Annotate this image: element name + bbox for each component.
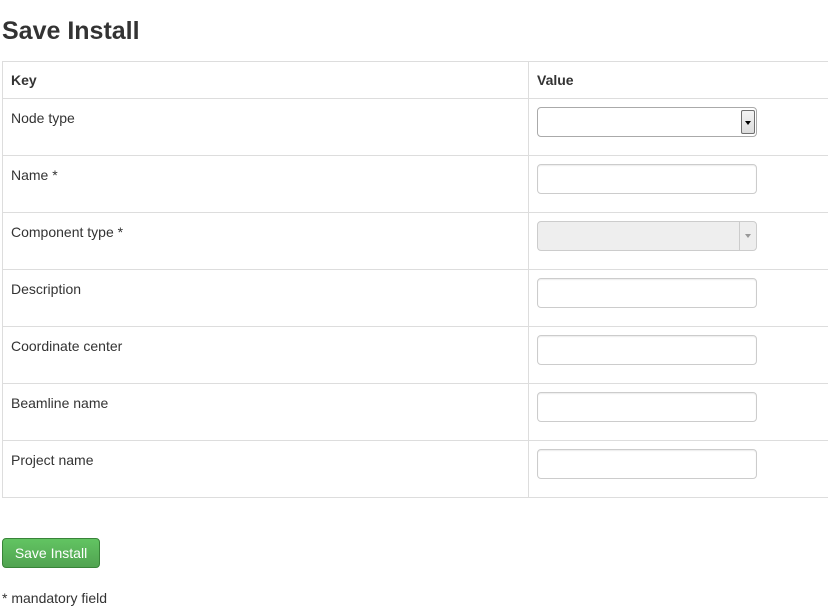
table-row: Component type * (2, 212, 828, 270)
table-row: Name * (2, 155, 828, 213)
chevron-down-icon (745, 121, 751, 125)
component-type-label: Component type * (2, 212, 529, 270)
beamline-name-input[interactable] (537, 392, 757, 422)
table-header-row: Key Value (2, 61, 828, 99)
mandatory-field-note: * mandatory field (2, 590, 108, 606)
value-column-header: Value (528, 61, 828, 99)
coordinate-center-label: Coordinate center (2, 326, 529, 384)
save-install-button[interactable]: Save Install (2, 538, 100, 568)
node-type-label: Node type (2, 98, 529, 156)
node-type-dropdown-button[interactable] (741, 110, 755, 134)
component-type-dropdown-button[interactable] (739, 222, 756, 250)
table-row: Coordinate center (2, 326, 828, 384)
chevron-down-icon (745, 234, 751, 238)
coordinate-center-input[interactable] (537, 335, 757, 365)
page: Save Install Key Value Node type Name * … (0, 0, 828, 612)
table-row: Project name (2, 440, 828, 498)
project-name-input[interactable] (537, 449, 757, 479)
name-input[interactable] (537, 164, 757, 194)
page-title: Save Install (2, 17, 140, 45)
table-row: Node type (2, 98, 828, 156)
project-name-label: Project name (2, 440, 529, 498)
key-value-table: Key Value Node type Name * Component typ… (2, 61, 828, 498)
component-type-select[interactable] (537, 221, 757, 251)
table-row: Description (2, 269, 828, 327)
key-column-header: Key (2, 61, 529, 99)
node-type-select[interactable] (537, 107, 757, 137)
name-label: Name * (2, 155, 529, 213)
table-row: Beamline name (2, 383, 828, 441)
description-input[interactable] (537, 278, 757, 308)
beamline-name-label: Beamline name (2, 383, 529, 441)
description-label: Description (2, 269, 529, 327)
